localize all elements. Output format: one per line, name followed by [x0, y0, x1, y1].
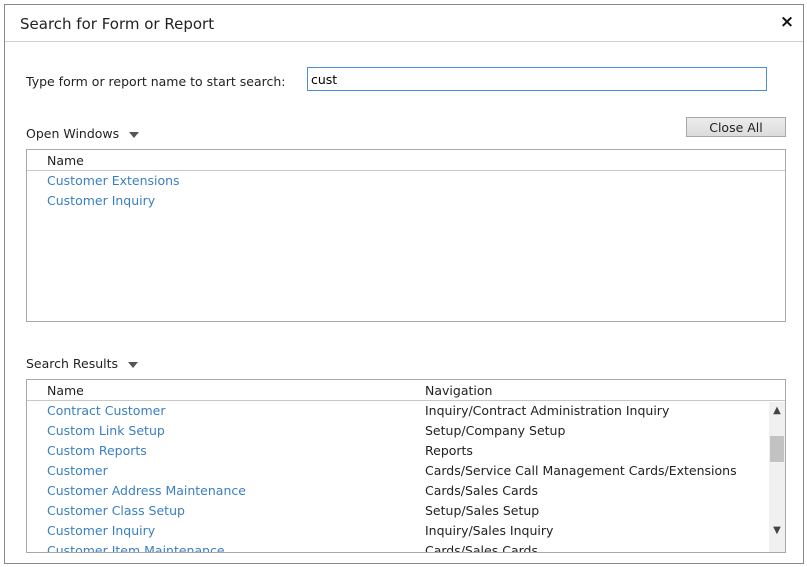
- search-results-list: Contract Customer Inquiry/Contract Admini…: [27, 401, 785, 553]
- list-item[interactable]: Customer Inquiry: [27, 191, 785, 211]
- result-navigation: Inquiry/Contract Administration Inquiry: [425, 403, 670, 418]
- result-navigation: Cards/Sales Cards: [425, 543, 538, 553]
- result-name-link[interactable]: Custom Reports: [47, 443, 147, 458]
- chevron-down-icon[interactable]: [129, 131, 140, 138]
- open-windows-grid-header: Name: [27, 150, 785, 171]
- result-navigation: Inquiry/Sales Inquiry: [425, 523, 554, 538]
- result-navigation: Cards/Service Call Management Cards/Exte…: [425, 463, 737, 478]
- result-name-link[interactable]: Customer Item Maintenance: [47, 543, 225, 552]
- name-column-header[interactable]: Name: [47, 153, 84, 168]
- table-row[interactable]: Customer Cards/Service Call Management Ca…: [27, 461, 785, 481]
- result-name-link[interactable]: Customer: [47, 463, 108, 478]
- result-navigation: Cards/Sales Cards: [425, 483, 538, 498]
- list-item[interactable]: Customer Extensions: [27, 171, 785, 191]
- result-navigation: Setup/Company Setup: [425, 423, 566, 438]
- search-input[interactable]: [307, 67, 767, 91]
- vertical-scrollbar[interactable]: ▲ ▼: [769, 402, 785, 552]
- result-name-link[interactable]: Customer Inquiry: [47, 523, 155, 538]
- dialog-title: Search for Form or Report: [20, 15, 215, 33]
- table-row[interactable]: Customer Address Maintenance Cards/Sales …: [27, 481, 785, 501]
- close-all-button[interactable]: Close All: [686, 117, 786, 137]
- open-windows-list: Customer Extensions Customer Inquiry: [27, 171, 785, 211]
- table-row[interactable]: Custom Link Setup Setup/Company Setup: [27, 421, 785, 441]
- open-window-link[interactable]: Customer Extensions: [47, 173, 180, 188]
- open-windows-header[interactable]: Open Windows: [26, 126, 140, 141]
- chevron-up-icon[interactable]: ▲: [769, 404, 785, 418]
- table-row[interactable]: Customer Class Setup Setup/Sales Setup: [27, 501, 785, 521]
- search-results-grid-header: Name Navigation: [27, 380, 785, 401]
- title-bar: Search for Form or Report ×: [5, 5, 803, 42]
- table-row[interactable]: Customer Inquiry Inquiry/Sales Inquiry: [27, 521, 785, 541]
- table-row[interactable]: Contract Customer Inquiry/Contract Admini…: [27, 401, 785, 421]
- table-row[interactable]: Customer Item Maintenance Cards/Sales Car…: [27, 541, 785, 553]
- name-column-header[interactable]: Name: [47, 383, 84, 398]
- chevron-down-icon[interactable]: ▼: [769, 524, 785, 538]
- table-row[interactable]: Custom Reports Reports: [27, 441, 785, 461]
- search-results-label: Search Results: [26, 356, 119, 371]
- result-name-link[interactable]: Customer Class Setup: [47, 503, 185, 518]
- open-windows-label: Open Windows: [26, 126, 120, 141]
- result-navigation: Reports: [425, 443, 473, 458]
- chevron-down-icon[interactable]: [128, 361, 139, 368]
- search-label: Type form or report name to start search…: [26, 74, 286, 89]
- result-navigation: Setup/Sales Setup: [425, 503, 540, 518]
- open-windows-grid: Name Customer Extensions Customer Inquiry: [26, 149, 786, 322]
- scrollbar-thumb[interactable]: [770, 436, 784, 462]
- search-results-grid: Name Navigation Contract Customer Inquiry…: [26, 379, 786, 553]
- close-icon[interactable]: ×: [778, 13, 796, 31]
- result-name-link[interactable]: Customer Address Maintenance: [47, 483, 246, 498]
- result-name-link[interactable]: Contract Customer: [47, 403, 165, 418]
- search-results-header[interactable]: Search Results: [26, 356, 139, 371]
- open-window-link[interactable]: Customer Inquiry: [47, 193, 155, 208]
- search-dialog: Search for Form or Report × Type form or…: [4, 4, 804, 564]
- result-name-link[interactable]: Custom Link Setup: [47, 423, 165, 438]
- navigation-column-header[interactable]: Navigation: [425, 383, 492, 398]
